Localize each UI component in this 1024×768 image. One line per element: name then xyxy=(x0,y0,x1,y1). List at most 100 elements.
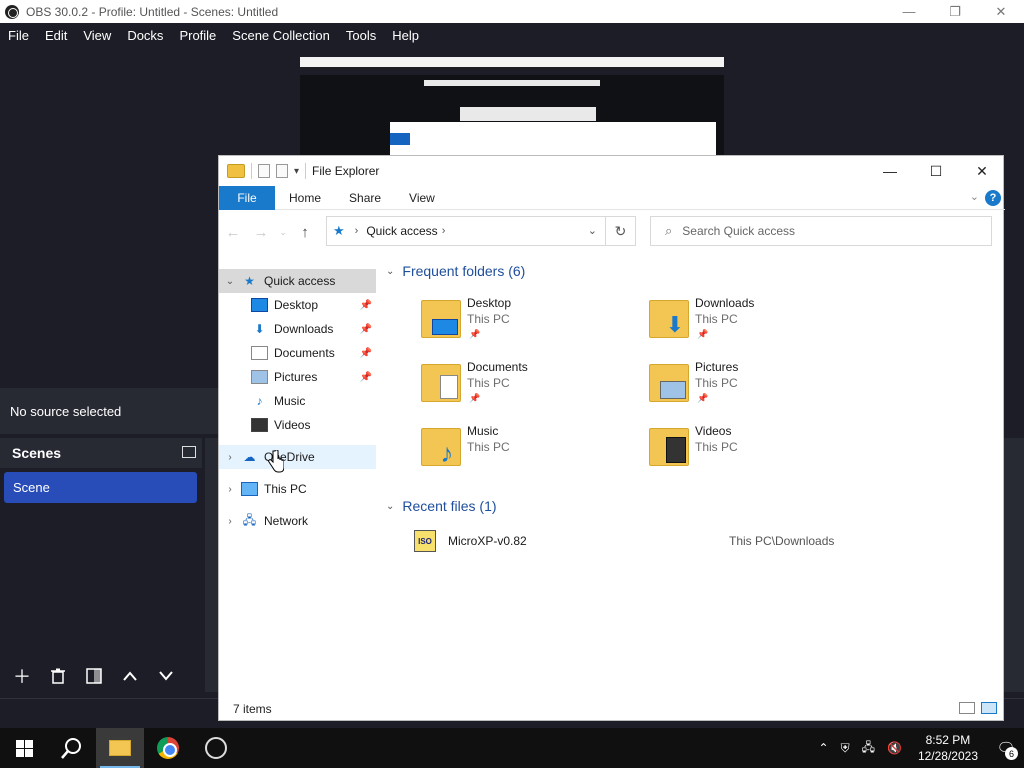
address-bar[interactable]: ★ › Quick access › ⌄ ↻ xyxy=(326,216,636,246)
pin-icon: 📌 xyxy=(469,393,481,403)
download-arrow-icon: ⬇ xyxy=(665,312,685,337)
details-view-icon[interactable] xyxy=(959,702,975,714)
folder-icon xyxy=(421,300,461,338)
search-input[interactable]: ⌕ Search Quick access xyxy=(650,216,992,246)
close-icon[interactable]: ✕ xyxy=(978,0,1024,23)
menu-scene-collection[interactable]: Scene Collection xyxy=(224,28,338,43)
refresh-icon[interactable]: ↻ xyxy=(605,217,635,245)
tree-item-downloads[interactable]: ⬇ Downloads 📌 xyxy=(219,317,376,341)
tab-file[interactable]: File xyxy=(219,185,275,210)
recent-file-row[interactable]: ISO MicroXP-v0.82 This PC\Downloads xyxy=(414,529,994,553)
tree-item-music[interactable]: ♪ Music xyxy=(219,389,376,413)
up-arrow-icon[interactable]: ↑ xyxy=(291,224,319,241)
obs-menu-bar: File Edit View Docks Profile Scene Colle… xyxy=(0,23,1024,47)
menu-profile[interactable]: Profile xyxy=(171,28,224,43)
minimize-icon[interactable]: — xyxy=(886,0,932,23)
help-icon[interactable]: ? xyxy=(985,190,1001,206)
tree-item-pictures[interactable]: Pictures 📌 xyxy=(219,365,376,389)
chrome-icon xyxy=(157,737,179,759)
frequent-folder-tile[interactable]: ♪ Music This PC xyxy=(421,424,621,480)
taskbar-file-explorer[interactable] xyxy=(96,728,144,768)
tree-item-desktop[interactable]: Desktop 📌 xyxy=(219,293,376,317)
menu-edit[interactable]: Edit xyxy=(37,28,75,43)
tree-item-this-pc[interactable]: › This PC xyxy=(219,477,376,501)
scene-filters-button[interactable] xyxy=(78,662,110,690)
tree-item-onedrive[interactable]: › ☁ OneDrive xyxy=(219,445,376,469)
notification-count: 6 xyxy=(1005,747,1018,760)
menu-file[interactable]: File xyxy=(0,28,37,43)
tree-item-documents[interactable]: Documents 📌 xyxy=(219,341,376,365)
obs-window-controls: — ❐ ✕ xyxy=(886,0,1024,23)
minimize-icon[interactable]: — xyxy=(867,156,913,186)
close-icon[interactable]: ✕ xyxy=(959,156,1005,186)
frequent-folder-tile[interactable]: Pictures This PC 📌 xyxy=(649,360,849,416)
show-hidden-icons-chevron-icon[interactable]: ⌃ xyxy=(813,741,835,755)
chevron-down-icon[interactable]: ⌄ xyxy=(219,276,241,287)
obs-logo-icon xyxy=(5,4,19,19)
frequent-folder-tile[interactable]: ⬇ Downloads This PC 📌 xyxy=(649,296,849,352)
taskbar-chrome[interactable] xyxy=(144,728,192,768)
frequent-folder-tile[interactable]: Videos This PC xyxy=(649,424,849,480)
move-down-button[interactable] xyxy=(150,662,182,690)
undock-icon[interactable] xyxy=(182,446,196,458)
expand-ribbon-icon[interactable]: ⌄ xyxy=(970,190,979,203)
address-dropdown-icon[interactable]: ⌄ xyxy=(588,224,597,237)
tree-item-videos[interactable]: Videos xyxy=(219,413,376,437)
frequent-folder-tile[interactable]: Desktop This PC 📌 xyxy=(421,296,621,352)
chevron-right-icon: › xyxy=(354,225,359,237)
obs-icon xyxy=(205,737,227,759)
new-folder-icon[interactable] xyxy=(276,164,288,178)
menu-view[interactable]: View xyxy=(75,28,119,43)
folder-icon: ♪ xyxy=(421,428,461,468)
iso-file-icon: ISO xyxy=(414,530,436,552)
menu-help[interactable]: Help xyxy=(384,28,427,43)
scene-item[interactable]: Scene xyxy=(4,472,197,503)
address-location[interactable]: Quick access xyxy=(366,224,437,238)
search-icon: ⌕ xyxy=(665,223,673,238)
back-arrow-icon[interactable]: ← xyxy=(219,224,247,241)
item-count: 7 items xyxy=(233,702,272,716)
chevron-right-icon[interactable]: › xyxy=(219,452,241,463)
taskbar-obs[interactable] xyxy=(192,728,240,768)
chevron-right-icon[interactable]: › xyxy=(219,484,241,495)
chevron-down-icon: ⌄ xyxy=(386,265,395,277)
tree-item-network[interactable]: › 🖧 Network xyxy=(219,509,376,533)
tab-view[interactable]: View xyxy=(395,186,449,210)
add-scene-button[interactable]: ＋ xyxy=(6,662,38,690)
menu-tools[interactable]: Tools xyxy=(338,28,384,43)
properties-icon[interactable] xyxy=(258,164,270,178)
recent-locations-icon[interactable]: ⌄ xyxy=(275,227,291,238)
navigation-pane: ⌄ ★ Quick access Desktop 📌 ⬇ Downloads 📌… xyxy=(219,267,376,687)
explorer-title-bar: ▾ File Explorer — ☐ ✕ xyxy=(219,156,1005,186)
tab-share[interactable]: Share xyxy=(335,186,395,210)
chevron-right-icon[interactable]: › xyxy=(219,516,241,527)
large-icons-view-icon[interactable] xyxy=(981,702,997,714)
frequent-folder-tile[interactable]: Documents This PC 📌 xyxy=(421,360,621,416)
picture-icon xyxy=(660,381,686,399)
volume-muted-icon[interactable]: 🔇 xyxy=(881,741,908,755)
tab-home[interactable]: Home xyxy=(275,186,335,210)
forward-arrow-icon[interactable]: → xyxy=(247,224,275,241)
chevron-right-icon[interactable]: › xyxy=(442,225,446,237)
start-button[interactable] xyxy=(0,728,48,768)
quick-access-toolbar: ▾ xyxy=(219,163,307,179)
frequent-folders-header[interactable]: ⌄ Frequent folders (6) xyxy=(386,263,525,279)
network-icon[interactable]: 🖧 xyxy=(856,738,881,759)
explorer-window-title: File Explorer xyxy=(312,164,380,178)
customize-dropdown-icon[interactable]: ▾ xyxy=(294,166,299,177)
tree-item-quick-access[interactable]: ⌄ ★ Quick access xyxy=(219,269,376,293)
recent-files-header[interactable]: ⌄ Recent files (1) xyxy=(386,498,497,514)
explorer-window-controls: — ☐ ✕ xyxy=(867,156,1005,186)
notification-center-button[interactable]: 🗨 6 xyxy=(988,728,1024,768)
search-button[interactable] xyxy=(48,728,96,768)
chevron-down-icon: ⌄ xyxy=(386,500,395,512)
maximize-icon[interactable]: ☐ xyxy=(913,156,959,186)
security-icon[interactable]: ⛨ xyxy=(835,741,856,756)
document-icon xyxy=(251,346,268,360)
menu-docks[interactable]: Docks xyxy=(119,28,171,43)
remove-scene-button[interactable] xyxy=(42,662,74,690)
restore-icon[interactable]: ❐ xyxy=(932,0,978,23)
system-tray: ⌃ ⛨ 🖧 🔇 8:52 PM 12/28/2023 🗨 6 xyxy=(813,728,1024,768)
move-up-button[interactable] xyxy=(114,662,146,690)
clock[interactable]: 8:52 PM 12/28/2023 xyxy=(908,732,988,764)
